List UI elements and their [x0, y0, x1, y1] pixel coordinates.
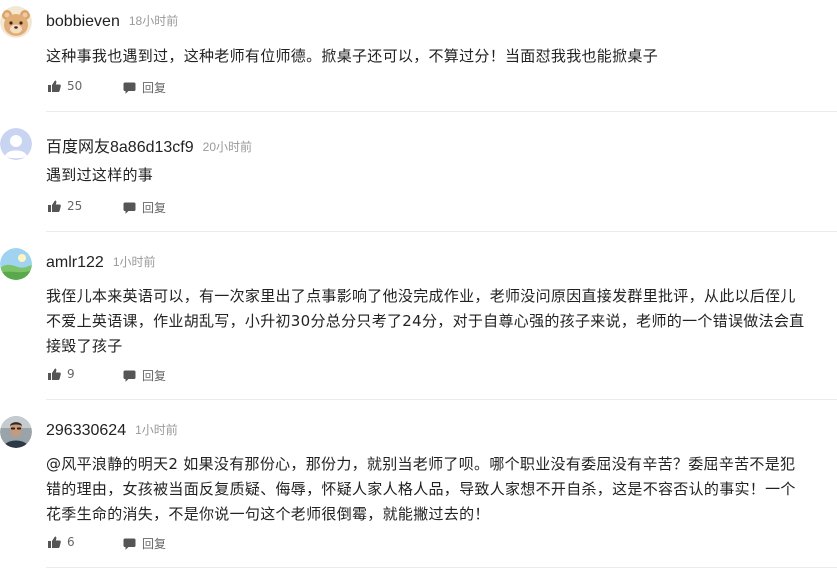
- reply-label: 回复: [142, 537, 167, 551]
- comment-item: 百度网友8a86d13cf9 20小时前 遇到过这样的事 25 回复: [0, 112, 837, 232]
- content-line: 我侄儿本来英语可以，有一次家里出了点事影响了他没完成作业，老师没问原因直接发群里…: [46, 287, 796, 305]
- like-button[interactable]: 25: [48, 199, 82, 213]
- speech-bubble-icon: [123, 202, 136, 214]
- default-user-avatar[interactable]: [0, 128, 32, 160]
- username-text[interactable]: amlr122: [46, 254, 104, 271]
- comment-content: 我侄儿本来英语可以，有一次家里出了点事影响了他没完成作业，老师没问原因直接发群里…: [46, 284, 836, 359]
- speech-bubble-icon: [123, 82, 136, 94]
- content-line: 不爱上英语课，作业胡乱写，小升初30分总分只考了24分，对于自尊心强的孩子来说，…: [46, 312, 805, 330]
- username-text[interactable]: bobbieven: [46, 13, 120, 30]
- reply-label: 回复: [142, 201, 167, 215]
- comment-content: @风平浪静的明天2 如果没有那份心，那份力，就别当老师了呗。哪个职业没有委屈没有…: [46, 452, 836, 527]
- speech-bubble-icon: [123, 370, 136, 382]
- content-line: @风平浪静的明天2 如果没有那份心，那份力，就别当老师了呗。哪个职业没有委屈没有…: [46, 455, 796, 473]
- content-line: 这种事我也遇到过，这种老师有位师德。掀桌子还可以，不算过分！当面怼我我也能掀桌子: [46, 47, 659, 65]
- comment-time: 1小时前: [112, 255, 156, 269]
- reply-button[interactable]: 回复: [123, 199, 166, 216]
- reply-button[interactable]: 回复: [123, 79, 166, 96]
- reply-button[interactable]: 回复: [123, 535, 166, 552]
- content-line: 花季生命的消失，不是你说一句这个老师很倒霉，就能撇过去的！: [46, 505, 490, 523]
- landscape-avatar[interactable]: [0, 248, 32, 280]
- like-count: 6: [67, 535, 75, 549]
- comment-item: 296330624 1小时前 @风平浪静的明天2 如果没有那份心，那份力，就别当老…: [0, 400, 837, 568]
- comment-item: bobbieven 18小时前 这种事我也遇到过，这种老师有位师德。掀桌子还可以，…: [0, 0, 837, 112]
- thumbs-up-icon: [48, 200, 61, 212]
- comment-time: 1小时前: [135, 423, 178, 437]
- content-line: 接毁了孩子: [46, 337, 123, 355]
- thumbs-up-icon: [48, 80, 61, 92]
- bear-avatar[interactable]: [0, 6, 32, 38]
- like-count: 25: [67, 199, 83, 213]
- like-button[interactable]: 6: [48, 535, 75, 549]
- username-text[interactable]: 百度网友8a86d13cf9: [46, 139, 194, 156]
- like-count: 50: [67, 79, 83, 93]
- comment-content: 这种事我也遇到过，这种老师有位师德。掀桌子还可以，不算过分！当面怼我我也能掀桌子: [46, 44, 836, 69]
- thumbs-up-icon: [48, 536, 61, 548]
- content-line: 遇到过这样的事: [46, 166, 154, 184]
- username-text[interactable]: 296330624: [46, 422, 126, 439]
- comment-content: 遇到过这样的事: [46, 163, 836, 188]
- comment-divider: [46, 567, 837, 568]
- reply-label: 回复: [142, 369, 167, 383]
- comment-item: amlr122 1小时前 我侄儿本来英语可以，有一次家里出了点事影响了他没完成作业…: [0, 232, 837, 400]
- reply-label: 回复: [142, 81, 167, 95]
- reply-button[interactable]: 回复: [123, 367, 166, 384]
- like-button[interactable]: 9: [48, 367, 75, 381]
- content-line: 错的理由，女孩被当面反复质疑、侮辱，怀疑人家人格人品，导致人家想不开自杀，这是不…: [46, 480, 796, 498]
- comment-username[interactable]: 296330624 1小时前: [46, 421, 178, 440]
- speech-bubble-icon: [123, 538, 136, 550]
- comment-time: 18小时前: [128, 14, 179, 28]
- comment-username[interactable]: bobbieven 18小时前: [46, 12, 178, 31]
- like-count: 9: [67, 367, 75, 381]
- comment-username[interactable]: amlr122 1小时前: [46, 253, 156, 272]
- comment-username[interactable]: 百度网友8a86d13cf9 20小时前: [46, 133, 252, 157]
- like-button[interactable]: 50: [48, 79, 82, 93]
- photo-avatar[interactable]: [0, 416, 32, 448]
- comment-time: 20小时前: [202, 140, 252, 154]
- thumbs-up-icon: [48, 368, 61, 380]
